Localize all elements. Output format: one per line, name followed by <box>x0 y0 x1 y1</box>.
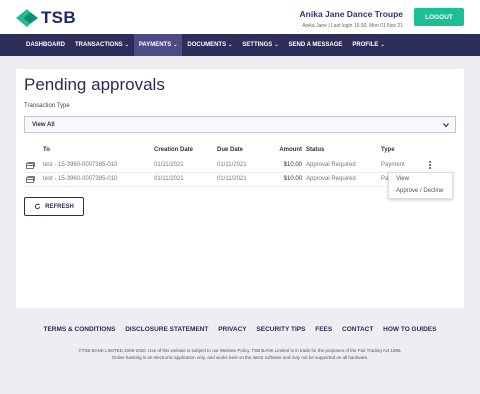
row-actions-kebab-icon[interactable] <box>428 160 432 170</box>
column-header-amount[interactable]: Amount <box>264 147 302 153</box>
main-navigation: DASHBOARD TRANSACTIONS ⌄ PAYMENTS ⌄ DOCUME… <box>0 34 480 56</box>
refresh-icon <box>35 203 41 210</box>
footer-legal-line: ©TSB BANK LIMITED 2008-2020. Use of this… <box>78 348 402 353</box>
transaction-type-value: View All <box>32 121 55 128</box>
row-due-date: 01/11/2021 <box>217 162 247 168</box>
column-header-status[interactable]: Status <box>306 147 324 153</box>
payment-icon <box>26 176 35 183</box>
organisation-name: Anika Jane Dance Troupe <box>299 9 403 19</box>
footer-link-privacy[interactable]: PRIVACY <box>218 326 246 333</box>
column-header-to[interactable]: To <box>43 147 50 153</box>
row-type: Payment <box>381 162 405 168</box>
top-bar: TSB Anika Jane Dance Troupe Anika Jane |… <box>0 0 480 34</box>
last-login-info: Anika Jane | Last login 16:30, Mon 01 No… <box>302 23 403 29</box>
logout-button[interactable]: LOGOUT <box>414 8 464 26</box>
row-to: test - 15-3960-0007385-010 <box>43 176 118 182</box>
footer-link-security-tips[interactable]: SECURITY TIPS <box>256 326 305 333</box>
chevron-down-icon: ⌄ <box>124 42 129 48</box>
row-status: Approval Required <box>306 176 356 182</box>
transaction-type-label: Transaction Type <box>24 103 70 109</box>
table-row[interactable]: test - 15-3960-0007385-010 01/11/2021 01… <box>24 159 456 173</box>
nav-label: DOCUMENTS <box>187 42 227 48</box>
row-to: test - 15-3960-0007385-010 <box>43 162 118 168</box>
table-header: To Creation Date Due Date Amount Status … <box>24 147 456 157</box>
column-header-creation-date[interactable]: Creation Date <box>154 147 193 153</box>
payment-icon <box>26 162 35 169</box>
nav-dashboard[interactable]: DASHBOARD <box>21 34 70 56</box>
nav-label: TRANSACTIONS <box>75 42 123 48</box>
chevron-down-icon: ⌄ <box>228 42 233 48</box>
row-creation-date: 01/11/2021 <box>154 162 184 168</box>
footer-link-terms[interactable]: TERMS & CONDITIONS <box>44 326 116 333</box>
chevron-down-icon <box>443 123 449 128</box>
row-amount: $10.00 <box>283 162 302 168</box>
chevron-down-icon: ⌄ <box>274 42 279 48</box>
column-header-due-date[interactable]: Due Date <box>217 147 243 153</box>
tsb-logo-text: TSB <box>41 8 76 27</box>
nav-label: PAYMENTS <box>138 42 172 48</box>
footer-link-disclosure[interactable]: DISCLOSURE STATEMENT <box>125 326 208 333</box>
tsb-logo-mark-icon <box>16 9 38 27</box>
nav-send-message[interactable]: SEND A MESSAGE <box>284 34 348 56</box>
page-title: Pending approvals <box>24 75 165 94</box>
row-creation-date: 01/11/2021 <box>154 176 184 182</box>
nav-profile[interactable]: PROFILE ⌄ <box>347 34 389 56</box>
footer-links: TERMS & CONDITIONS DISCLOSURE STATEMENT … <box>0 326 480 333</box>
nav-label: SETTINGS <box>242 42 273 48</box>
nav-label: PROFILE <box>352 42 379 48</box>
nav-label: DASHBOARD <box>26 42 65 48</box>
chevron-down-icon: ⌄ <box>380 42 385 48</box>
nav-settings[interactable]: SETTINGS ⌄ <box>237 34 283 56</box>
nav-payments[interactable]: PAYMENTS ⌄ <box>133 34 183 56</box>
row-actions-menu: View Approve / Decline <box>388 172 453 199</box>
refresh-button[interactable]: REFRESH <box>24 197 84 216</box>
row-amount: $10.00 <box>283 176 302 182</box>
row-due-date: 01/11/2021 <box>217 176 247 182</box>
footer-link-fees[interactable]: FEES <box>315 326 332 333</box>
footer-link-how-to-guides[interactable]: HOW TO GUIDES <box>383 326 436 333</box>
footer-legal-text: ©TSB BANK LIMITED 2008-2020. Use of this… <box>0 347 480 361</box>
tsb-logo[interactable]: TSB <box>16 8 76 28</box>
menu-item-approve-decline[interactable]: Approve / Decline <box>396 188 443 194</box>
row-status: Approval Required <box>306 162 356 168</box>
nav-transactions[interactable]: TRANSACTIONS ⌄ <box>70 34 134 56</box>
footer-legal-line: Online banking is an electronic applicat… <box>111 355 369 360</box>
nav-documents[interactable]: DOCUMENTS ⌄ <box>182 34 237 56</box>
menu-item-view[interactable]: View <box>396 176 409 182</box>
footer-link-contact[interactable]: CONTACT <box>342 326 373 333</box>
transaction-type-select[interactable]: View All <box>24 116 456 133</box>
column-header-type[interactable]: Type <box>381 147 395 153</box>
chevron-down-icon: ⌄ <box>173 42 178 48</box>
nav-label: SEND A MESSAGE <box>288 42 343 48</box>
refresh-label: REFRESH <box>45 203 74 210</box>
